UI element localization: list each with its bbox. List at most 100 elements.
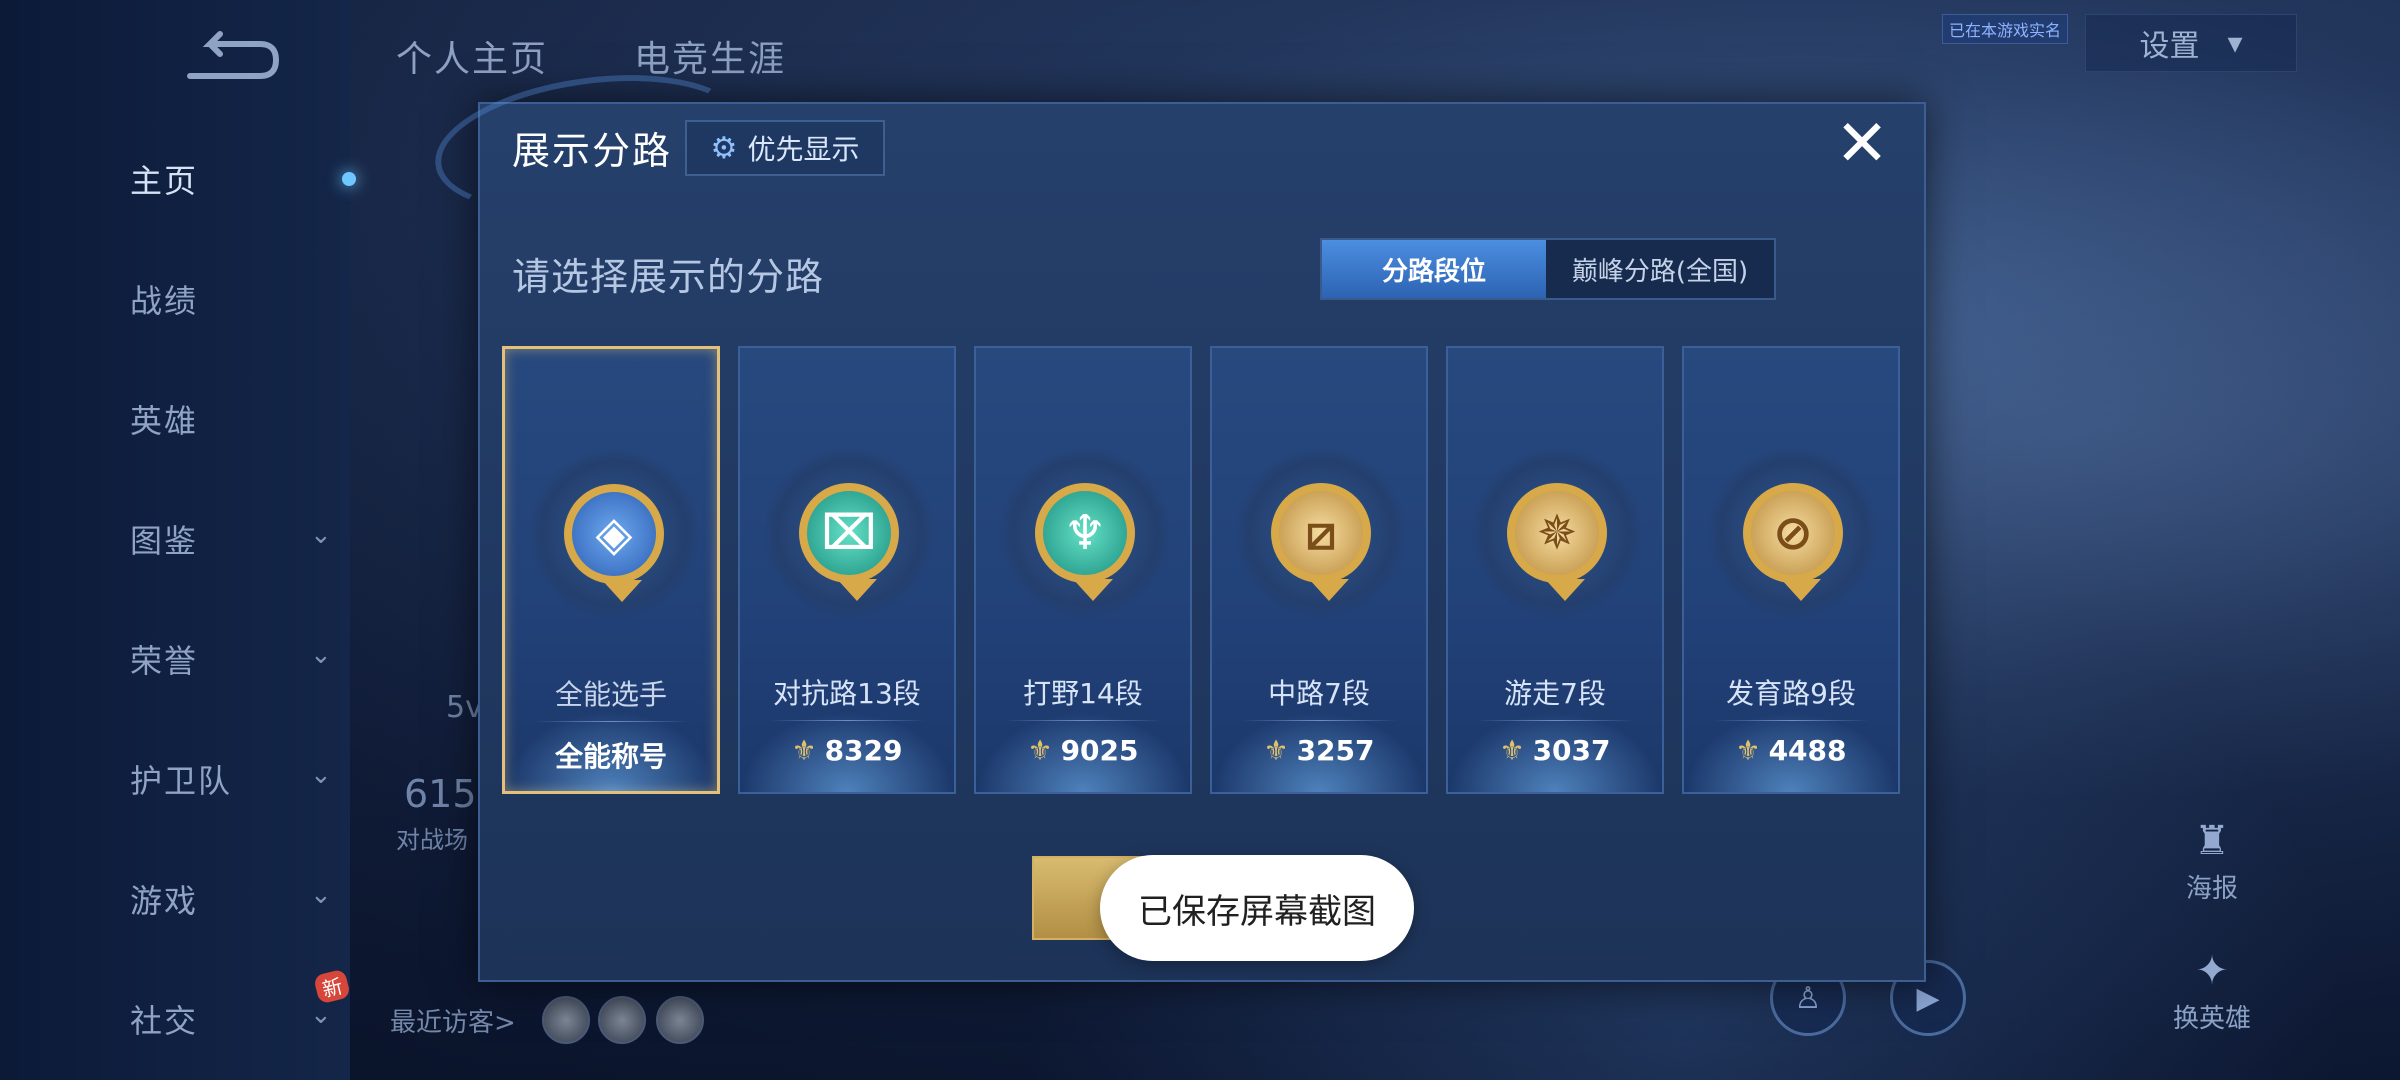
sidebar-item[interactable]: 游戏 ⌄	[130, 876, 332, 922]
lane-emblem-icon: ⊘	[1743, 483, 1843, 601]
partial-text-stats: 对战场	[396, 826, 468, 854]
sidebar-item[interactable]: 英雄	[130, 396, 330, 442]
emblem-tail	[1073, 579, 1113, 601]
dialog-subtitle: 请选择展示的分路	[512, 255, 825, 299]
lane-rank-label: 发育路9段	[1726, 677, 1856, 710]
partial-text-615: 615	[404, 772, 477, 816]
card-divider	[1240, 720, 1398, 721]
lane-score: ⚜ 3257	[1212, 734, 1426, 767]
chevron-down-icon: ⌄	[310, 640, 334, 670]
card-divider	[768, 720, 926, 721]
emblem-tail	[837, 579, 877, 601]
dialog-title: 展示分路	[512, 129, 673, 173]
lane-score-value: 全能称号	[554, 740, 667, 773]
chevron-down-icon: ▾	[2227, 25, 2243, 61]
active-indicator	[342, 172, 356, 186]
tab-profile[interactable]: 个人主页	[396, 30, 548, 82]
sidebar-item[interactable]: 荣誉 ⌄	[130, 636, 332, 682]
screenshot-saved-toast: 已保存屏幕截图	[1100, 855, 1414, 961]
sidebar-item-label: 主页	[130, 162, 199, 200]
sidebar-item[interactable]: 图鉴 ⌄	[130, 516, 332, 562]
rank-points-icon: ⚜	[1027, 734, 1053, 767]
lane-card[interactable]: ♆ 打野14段 ⚜ 9025	[974, 346, 1192, 794]
lane-card[interactable]: ⊘ 发育路9段 ⚜ 4488	[1682, 346, 1900, 794]
verified-badge: 已在本游戏实名	[1942, 14, 2069, 44]
lane-emblem-icon: ⌧	[799, 483, 899, 601]
lane-rank-label: 打野14段	[1023, 677, 1143, 710]
lane-score-value: 9025	[1060, 734, 1139, 767]
lane-score: 全能称号	[505, 735, 717, 775]
emblem-halo: ◈	[529, 449, 699, 619]
card-divider	[533, 721, 689, 722]
lane-score: ⚜ 8329	[740, 734, 954, 767]
lane-rank-label: 全能选手	[554, 678, 667, 711]
chevron-down-icon: ⌄	[310, 760, 334, 790]
settings-dropdown[interactable]: 设置 ▾	[2085, 14, 2297, 72]
lane-score-value: 8329	[824, 734, 903, 767]
emblem-tail	[1309, 579, 1349, 601]
emblem-halo: ♆	[1000, 448, 1170, 618]
sidebar-item[interactable]: 社交 ⌄	[130, 996, 332, 1042]
sidebar-item[interactable]: 战绩	[130, 276, 330, 322]
lane-score: ⚜ 9025	[976, 734, 1190, 767]
back-arrow-icon[interactable]	[180, 28, 280, 84]
lane-card[interactable]: ⌧ 对抗路13段 ⚜ 8329	[738, 346, 956, 794]
poster-label: 海报	[2185, 874, 2238, 904]
visitor-avatar[interactable]	[598, 996, 646, 1044]
change-hero-button[interactable]: ✦ 换英雄	[2152, 948, 2272, 1035]
lane-score: ⚜ 3037	[1448, 734, 1662, 767]
emblem-halo: ⊘	[1708, 448, 1878, 618]
sidebar-item-label: 荣誉	[130, 642, 199, 680]
close-icon[interactable]: ✕	[1832, 112, 1892, 176]
emblem-tail	[1781, 579, 1821, 601]
lane-card-list: ◈ 全能选手 全能称号 ⌧ 对抗路13段 ⚜ 8329 ♆ 打野14段 ⚜ 9025 ⧄ 中路7段 ⚜ 32…	[502, 346, 1912, 800]
card-divider	[1712, 720, 1870, 721]
card-divider	[1476, 720, 1634, 721]
hero-swap-icon: ✦	[2195, 948, 2229, 994]
emblem-halo: ⧄	[1236, 448, 1406, 618]
lane-rank-label: 游走7段	[1504, 677, 1606, 710]
rank-points-icon: ⚜	[1263, 734, 1289, 767]
lane-emblem-icon: ◈	[564, 484, 664, 602]
segment-lane-rank[interactable]: 分路段位	[1322, 240, 1546, 298]
rank-points-icon: ⚜	[791, 734, 817, 767]
tab-esports-career[interactable]: 电竞生涯	[634, 30, 786, 82]
sidebar-item[interactable]: 主页	[130, 156, 330, 202]
settings-label: 设置	[2139, 29, 2200, 64]
emblem-tail	[1545, 579, 1585, 601]
visitor-avatar[interactable]	[542, 996, 590, 1044]
sidebar-item-label: 游戏	[130, 882, 199, 920]
lane-score-value: 3257	[1296, 734, 1375, 767]
lane-card[interactable]: ⧄ 中路7段 ⚜ 3257	[1210, 346, 1428, 794]
sidebar-item[interactable]: 护卫队 ⌄	[130, 756, 332, 802]
recent-visitors-link[interactable]: 最近访客>	[390, 1002, 516, 1039]
visitor-avatar[interactable]	[656, 996, 704, 1044]
lane-display-dialog: 展示分路 ⚙ 优先显示 ✕ 请选择展示的分路 分路段位 巅峰分路(全国) ◈ 全能…	[426, 56, 1926, 982]
gear-icon: ⚙	[710, 130, 738, 166]
lane-emblem-icon: ⧄	[1271, 483, 1371, 601]
lane-emblem-icon: ✵	[1507, 483, 1607, 601]
priority-display-label: 优先显示	[747, 133, 860, 166]
lane-rank-label: 对抗路13段	[773, 677, 921, 710]
poster-button[interactable]: ♜ 海报	[2152, 818, 2272, 905]
sidebar-item-label: 社交	[130, 1002, 199, 1040]
change-hero-label: 换英雄	[2172, 1004, 2251, 1034]
priority-display-button[interactable]: ⚙ 优先显示	[685, 120, 885, 176]
lane-card[interactable]: ✵ 游走7段 ⚜ 3037	[1446, 346, 1664, 794]
lane-score-value: 4488	[1768, 734, 1847, 767]
chevron-down-icon: ⌄	[310, 1000, 334, 1030]
emblem-halo: ⌧	[764, 448, 934, 618]
emblem-tail	[602, 580, 642, 602]
lane-card[interactable]: ◈ 全能选手全能称号	[502, 346, 720, 794]
emblem-halo: ✵	[1472, 448, 1642, 618]
lane-emblem-icon: ♆	[1035, 483, 1135, 601]
lane-score: ⚜ 4488	[1684, 734, 1898, 767]
rank-points-icon: ⚜	[1499, 734, 1525, 767]
poster-icon: ♜	[2194, 818, 2230, 864]
rank-points-icon: ⚜	[1735, 734, 1761, 767]
segment-peak-lane[interactable]: 巅峰分路(全国)	[1546, 240, 1774, 298]
sidebar-item-label: 图鉴	[130, 522, 199, 560]
sidebar-item-label: 护卫队	[130, 762, 233, 800]
chevron-down-icon: ⌄	[310, 880, 334, 910]
card-divider	[1004, 720, 1162, 721]
